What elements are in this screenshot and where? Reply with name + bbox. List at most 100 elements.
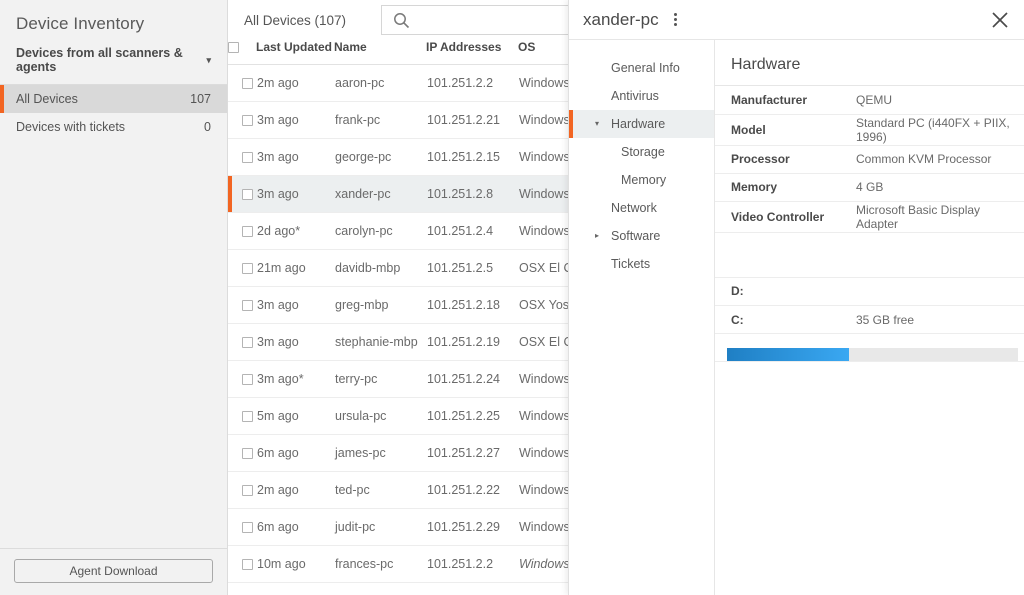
cell-name: stephanie-mbp <box>334 323 426 361</box>
detail-content: Hardware Manufacturer QEMU Model Standard P… <box>715 40 1024 595</box>
cell-ip-address: 101.251.2.2 <box>426 64 518 102</box>
row-checkbox[interactable] <box>242 300 253 312</box>
page-title: Device Inventory <box>16 14 145 33</box>
property-value: Common KVM Processor <box>855 145 1024 174</box>
cell-name: frances-pc <box>334 545 426 583</box>
left-sidebar: Device Inventory Devices from all scanne… <box>0 0 228 595</box>
drive-free-space: 35 GB free <box>855 305 1024 334</box>
detail-nav-item-network[interactable]: Network <box>569 194 714 222</box>
detail-nav-item-storage[interactable]: Storage <box>569 138 714 166</box>
row-checkbox-cell[interactable] <box>228 360 256 398</box>
detail-nav-item-label: Tickets <box>611 257 651 271</box>
property-row: Model Standard PC (i440FX + PIIX, 1996) <box>715 114 1024 146</box>
row-checkbox-cell[interactable] <box>228 101 256 139</box>
drive-usage-cell <box>715 333 1024 362</box>
sidebar-item-count: 107 <box>190 92 211 106</box>
cell-last-updated: 3m ago <box>256 323 334 361</box>
row-checkbox-cell[interactable] <box>228 471 256 509</box>
row-checkbox-cell[interactable] <box>228 212 256 250</box>
cell-ip-address: 101.251.2.24 <box>426 360 518 398</box>
device-list-title: All Devices (107) <box>244 12 347 28</box>
property-value: Standard PC (i440FX + PIIX, 1996) <box>855 114 1024 146</box>
detail-nav-item-general-info[interactable]: General Info <box>569 54 714 82</box>
chevron-down-icon: ▾ <box>206 54 211 65</box>
row-checkbox[interactable] <box>242 559 253 571</box>
properties-spacer <box>715 232 1024 278</box>
cell-last-updated: 3m ago <box>256 286 334 324</box>
select-all-header[interactable] <box>228 40 256 65</box>
cell-ip-address: 101.251.2.8 <box>426 175 518 213</box>
cell-ip-address: 101.251.2.15 <box>426 138 518 176</box>
row-checkbox[interactable] <box>242 448 253 460</box>
hardware-properties-table: Manufacturer QEMU Model Standard PC (i440FX… <box>715 86 1024 278</box>
cell-last-updated: 6m ago <box>256 508 334 546</box>
detail-panel-body: General Info Antivirus ▾ Hardware Storage Mem… <box>569 40 1024 595</box>
column-header-ip-addresses[interactable]: IP Addresses <box>426 40 518 65</box>
row-checkbox-cell[interactable] <box>228 175 256 213</box>
row-checkbox-cell[interactable] <box>228 64 256 102</box>
sidebar-item-all-devices[interactable]: All Devices 107 <box>0 85 227 113</box>
device-detail-panel: xander-pc General Info Antivirus ▾ Hardware… <box>568 0 1024 595</box>
detail-nav-item-software[interactable]: ▸ Software <box>569 222 714 250</box>
agent-download-button[interactable]: Agent Download <box>14 559 213 583</box>
column-header-name[interactable]: Name <box>334 40 426 65</box>
sidebar-item-devices-with-tickets[interactable]: Devices with tickets 0 <box>0 113 227 141</box>
row-checkbox-cell[interactable] <box>228 508 256 546</box>
cell-name: james-pc <box>334 434 426 472</box>
kebab-dot <box>674 18 678 21</box>
detail-nav-item-antivirus[interactable]: Antivirus <box>569 82 714 110</box>
twisty-icon[interactable]: ▸ <box>595 232 599 240</box>
row-checkbox[interactable] <box>242 337 253 349</box>
storage-bar-fill <box>727 347 850 361</box>
row-checkbox[interactable] <box>242 226 253 238</box>
row-checkbox[interactable] <box>242 485 253 497</box>
property-key: Manufacturer <box>715 86 855 115</box>
row-checkbox[interactable] <box>242 263 253 275</box>
cell-ip-address: 101.251.2.19 <box>426 323 518 361</box>
drive-row: C: 35 GB free <box>715 305 1024 334</box>
cell-last-updated: 10m ago <box>256 545 334 583</box>
detail-nav-item-label: Hardware <box>611 117 666 131</box>
row-checkbox-cell[interactable] <box>228 434 256 472</box>
row-checkbox[interactable] <box>242 78 253 90</box>
row-checkbox[interactable] <box>242 411 253 423</box>
detail-nav-item-memory[interactable]: Memory <box>569 166 714 194</box>
device-inventory-app: Device Inventory Devices from all scanne… <box>0 0 1024 595</box>
twisty-icon[interactable]: ▾ <box>595 120 599 128</box>
row-checkbox[interactable] <box>242 374 253 386</box>
row-checkbox-cell[interactable] <box>228 286 256 324</box>
detail-nav-item-tickets[interactable]: Tickets <box>569 250 714 278</box>
kebab-dot <box>674 13 678 16</box>
row-checkbox-cell[interactable] <box>228 397 256 435</box>
column-header-last-updated[interactable]: Last Updated <box>256 40 334 65</box>
row-checkbox-cell[interactable] <box>228 249 256 287</box>
detail-section-title: Hardware <box>715 40 1024 86</box>
detail-device-name: xander-pc <box>583 9 659 29</box>
scope-dropdown[interactable]: Devices from all scanners & agents ▾ <box>0 34 227 85</box>
select-all-checkbox[interactable] <box>228 42 239 54</box>
row-checkbox-cell[interactable] <box>228 323 256 361</box>
close-icon[interactable] <box>988 8 1012 32</box>
cell-name: terry-pc <box>334 360 426 398</box>
cell-last-updated: 3m ago* <box>256 360 334 398</box>
row-checkbox[interactable] <box>242 152 253 164</box>
cell-ip-address: 101.251.2.5 <box>426 249 518 287</box>
row-checkbox-cell[interactable] <box>228 545 256 583</box>
detail-nav-item-hardware[interactable]: ▾ Hardware <box>569 110 714 138</box>
row-checkbox[interactable] <box>242 115 253 127</box>
row-checkbox[interactable] <box>242 522 253 534</box>
cell-name: george-pc <box>334 138 426 176</box>
cell-ip-address: 101.251.2.4 <box>426 212 518 250</box>
cell-ip-address: 101.251.2.27 <box>426 434 518 472</box>
cell-name: frank-pc <box>334 101 426 139</box>
storage-body: D: C: 35 GB free <box>715 277 1024 362</box>
property-row: Memory 4 GB <box>715 173 1024 202</box>
cell-last-updated: 6m ago <box>256 434 334 472</box>
detail-nav-item-label: Antivirus <box>611 89 659 103</box>
property-row: Video Controller Microsoft Basic Display … <box>715 201 1024 233</box>
kebab-menu-icon[interactable] <box>669 12 683 28</box>
property-row: Processor Common KVM Processor <box>715 145 1024 174</box>
row-checkbox[interactable] <box>242 189 253 201</box>
row-checkbox-cell[interactable] <box>228 138 256 176</box>
detail-panel-header: xander-pc <box>569 0 1024 40</box>
